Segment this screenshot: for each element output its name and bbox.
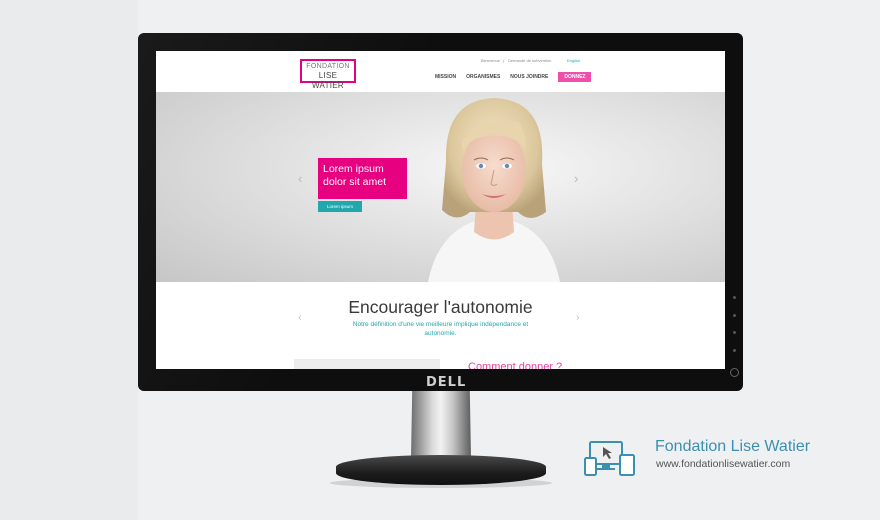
nav-item-mission[interactable]: MISSION bbox=[435, 74, 456, 80]
brand-title: Fondation Lise Watier bbox=[655, 438, 811, 455]
responsive-devices-icon bbox=[584, 441, 635, 476]
monitor-button bbox=[733, 331, 736, 334]
nav-item-organismes[interactable]: ORGANISMES bbox=[466, 74, 500, 80]
language-link[interactable]: English bbox=[567, 58, 580, 63]
monitor-button bbox=[733, 349, 736, 352]
site-header: FONDATION LISE WATIER Bienvenue | Demand… bbox=[156, 51, 725, 92]
section-title: Encourager l'autonomie bbox=[348, 297, 533, 317]
monitor-stand-base bbox=[336, 455, 546, 485]
website-screen: FONDATION LISE WATIER Bienvenue | Demand… bbox=[156, 51, 725, 369]
hero-portrait-image bbox=[428, 98, 560, 282]
hero-next-arrow[interactable]: › bbox=[574, 171, 578, 186]
hero-cta-button[interactable]: Lorem ipsum bbox=[318, 201, 362, 212]
power-button-icon bbox=[730, 368, 739, 377]
how-to-give-link[interactable]: Comment donner ? bbox=[468, 361, 562, 369]
image-placeholder bbox=[294, 359, 440, 369]
site-logo[interactable]: FONDATION LISE WATIER bbox=[300, 59, 356, 90]
donate-button[interactable]: DONNEZ bbox=[558, 72, 592, 82]
logo-line-1: FONDATION bbox=[306, 63, 350, 70]
hero-headline: Lorem ipsum dolor sit amet bbox=[323, 163, 387, 188]
hero-slider: ‹ › Lorem ipsum dolor sit amet Lorem ips… bbox=[156, 92, 725, 282]
content-section: ‹ Encourager l'autonomie Notre définitio… bbox=[156, 282, 725, 369]
background-panel bbox=[0, 0, 138, 520]
utility-link-welcome[interactable]: Bienvenue bbox=[481, 58, 500, 63]
monitor-button bbox=[733, 314, 736, 317]
logo-line-2: LISE WATIER bbox=[311, 71, 345, 90]
utility-link-grant-request[interactable]: Demande de subvention bbox=[508, 58, 551, 63]
hero-headline-box: Lorem ipsum dolor sit amet bbox=[318, 158, 407, 199]
content-next-arrow[interactable]: › bbox=[576, 312, 580, 324]
nav-item-nous-joindre[interactable]: NOUS JOINDRE bbox=[510, 74, 548, 80]
section-subtitle: Notre définition d'une vie meilleure imp… bbox=[352, 321, 529, 337]
brand-url: www.fondationlisewatier.com bbox=[656, 458, 791, 470]
monitor: FONDATION LISE WATIER Bienvenue | Demand… bbox=[138, 33, 743, 391]
monitor-brand-logo: DELL bbox=[426, 375, 467, 390]
utility-separator: | bbox=[503, 58, 505, 63]
monitor-button bbox=[733, 296, 736, 299]
hero-prev-arrow[interactable]: ‹ bbox=[298, 171, 302, 186]
main-nav: MISSION ORGANISMES NOUS JOINDRE DONNEZ bbox=[435, 72, 592, 82]
monitor-stand-neck bbox=[411, 391, 471, 459]
